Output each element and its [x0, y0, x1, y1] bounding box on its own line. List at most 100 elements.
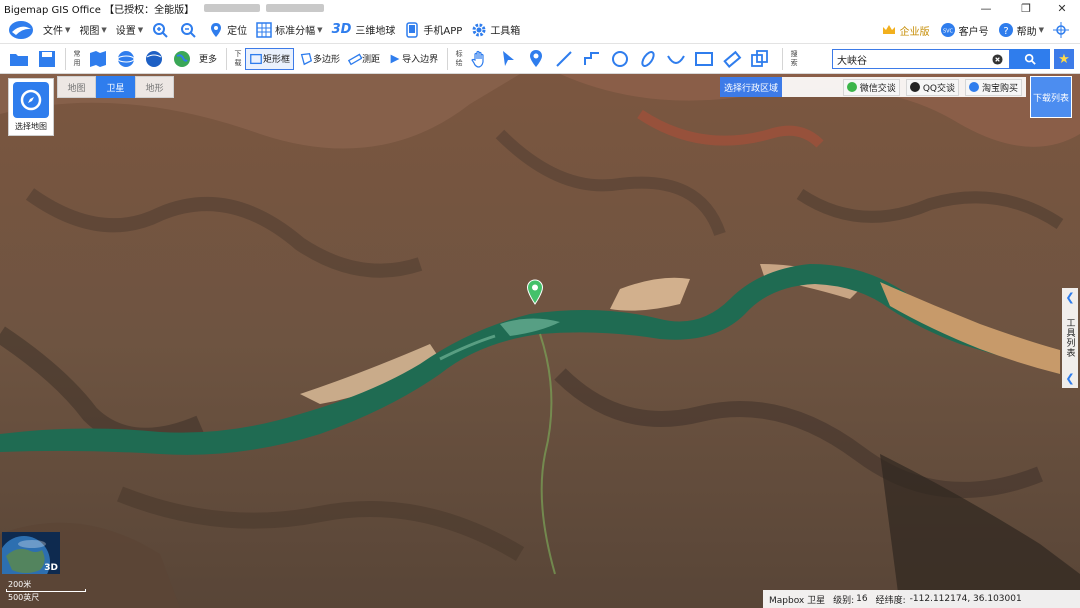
- eraser-icon[interactable]: [721, 48, 743, 70]
- rectangle-download-button[interactable]: 矩形框: [245, 47, 295, 70]
- toolbox-button[interactable]: 工具箱: [471, 22, 520, 38]
- zoom-in-button[interactable]: [152, 22, 171, 38]
- blurred-text: [204, 4, 261, 12]
- location-marker-icon[interactable]: [526, 279, 544, 305]
- zoom-in-icon: [153, 22, 168, 38]
- globe-icon[interactable]: [115, 48, 137, 70]
- help-icon: ?: [998, 23, 1013, 37]
- gear-icon: [472, 23, 486, 36]
- globe-alt-icon[interactable]: [143, 48, 165, 70]
- common-group-label: 常用: [73, 49, 81, 67]
- rectangle-label: 矩形框: [263, 55, 291, 65]
- menu-settings[interactable]: 设置 ▼: [116, 22, 143, 38]
- earth-icon[interactable]: [171, 48, 193, 70]
- app-logo-icon: [9, 20, 33, 39]
- choose-map-button[interactable]: 选择地图: [8, 78, 54, 136]
- three-d-icon: 3D: [331, 22, 352, 37]
- search-input-value: 大峡谷: [837, 55, 867, 67]
- menu-view[interactable]: 视图 ▼: [79, 22, 107, 38]
- polyline-icon[interactable]: [581, 48, 603, 70]
- select-arrow-icon[interactable]: [497, 48, 519, 70]
- search-input[interactable]: 大峡谷: [832, 49, 1010, 69]
- map-compass-icon: [13, 82, 49, 118]
- polygon-download-button[interactable]: 多边形: [296, 48, 343, 70]
- save-icon[interactable]: [36, 48, 58, 70]
- divider: [447, 47, 449, 70]
- chevron-left-icon[interactable]: ❮: [1065, 373, 1074, 384]
- three-d-globe-button[interactable]: 3D 三维地球: [332, 22, 396, 37]
- coordinates-value: -112.112174, 36.103001: [909, 594, 1022, 604]
- copy-icon[interactable]: [749, 48, 771, 70]
- satellite-imagery: [0, 74, 1080, 608]
- grid-icon: [256, 21, 272, 38]
- standard-sheets-button[interactable]: 标准分幅 ▼: [256, 21, 323, 38]
- taobao-label: 淘宝购买: [981, 83, 1018, 94]
- star-icon: ★: [1058, 51, 1070, 67]
- divider: [226, 47, 228, 70]
- globe-3d-label: 3D: [44, 563, 58, 573]
- tab-terrain[interactable]: 地形: [135, 76, 174, 98]
- standard-sheets-label: 标准分幅: [275, 26, 316, 37]
- clear-search-icon[interactable]: [992, 54, 1003, 65]
- enterprise-badge[interactable]: 企业版: [881, 22, 930, 38]
- minimize-button[interactable]: —: [968, 0, 1004, 16]
- chevron-down-icon: ▼: [317, 25, 323, 34]
- locate-button[interactable]: 定位: [208, 22, 247, 38]
- account-button[interactable]: SVC 客户号: [940, 22, 989, 38]
- help-button[interactable]: ? 帮助 ▼: [998, 22, 1044, 38]
- measure-button[interactable]: 测距: [345, 48, 383, 70]
- blurred-text: [266, 4, 325, 12]
- map-view[interactable]: 选择地图 地图 卫星 地形 选择行政区域 微信交谈 QQ交谈 淘宝购买 下载列表…: [0, 74, 1080, 608]
- coordinates-label: 经纬度:: [875, 595, 906, 606]
- mobile-app-button[interactable]: 手机APP: [404, 21, 462, 38]
- qq-icon: [909, 82, 920, 92]
- download-list-button[interactable]: 下载列表: [1030, 76, 1072, 118]
- map-layer-icon[interactable]: [87, 48, 109, 70]
- menu-file[interactable]: 文件 ▼: [43, 22, 70, 38]
- tab-satellite[interactable]: 卫星: [96, 76, 135, 98]
- zoom-out-icon: [181, 22, 196, 38]
- chevron-down-icon: ▼: [101, 25, 107, 34]
- import-boundary-label: 导入边界: [402, 55, 439, 65]
- status-bar: Mapbox 卫星 级别: 16 经纬度: -112.112174, 36.10…: [763, 590, 1080, 608]
- enterprise-label: 企业版: [899, 26, 930, 38]
- qq-label: QQ交谈: [922, 83, 955, 94]
- import-boundary-button[interactable]: 导入边界: [385, 48, 441, 70]
- wechat-icon: [846, 82, 857, 92]
- menu-file-label: 文件: [43, 26, 63, 37]
- tab-map[interactable]: 地图: [57, 76, 96, 98]
- measure-label: 测距: [362, 55, 381, 65]
- arc-icon[interactable]: [665, 48, 687, 70]
- title-bar: Bigemap GIS Office 【已授权：全能版】 — ❐ ✕: [0, 0, 1080, 16]
- tool-list-label: 工具列表: [1064, 318, 1075, 358]
- crosshair-icon[interactable]: [1053, 22, 1069, 38]
- rectangle-icon[interactable]: [693, 48, 715, 70]
- select-region-button[interactable]: 选择行政区域: [720, 77, 783, 97]
- divider: [65, 47, 66, 70]
- restore-button[interactable]: ❐: [1008, 0, 1044, 16]
- rectangle-select-icon: [250, 53, 262, 64]
- three-d-globe-label: 三维地球: [355, 26, 396, 37]
- open-folder-icon[interactable]: [8, 48, 30, 70]
- circle-icon[interactable]: [609, 48, 631, 70]
- line-icon[interactable]: [553, 48, 575, 70]
- close-button[interactable]: ✕: [1044, 0, 1080, 16]
- favorites-button[interactable]: ★: [1054, 49, 1074, 69]
- taobao-button[interactable]: 淘宝购买: [964, 78, 1022, 96]
- qq-button[interactable]: QQ交谈: [905, 78, 959, 96]
- divider: [782, 47, 784, 70]
- search-button[interactable]: [1010, 49, 1050, 69]
- tool-list-panel[interactable]: ❮ 工具列表 ❮: [1062, 288, 1078, 388]
- globe-3d-thumbnail[interactable]: 3D: [2, 532, 60, 574]
- more-button[interactable]: 更多: [196, 48, 220, 70]
- toolbox-label: 工具箱: [490, 26, 521, 37]
- choose-map-label: 选择地图: [15, 122, 47, 131]
- account-label: 客户号: [958, 26, 989, 38]
- zoom-out-button[interactable]: [180, 22, 199, 38]
- pan-hand-icon[interactable]: [469, 48, 491, 70]
- window-title: Bigemap GIS Office 【已授权：全能版】: [4, 4, 195, 16]
- point-marker-icon[interactable]: [525, 48, 547, 70]
- ellipse-icon[interactable]: [637, 48, 659, 70]
- wechat-button[interactable]: 微信交谈: [842, 78, 900, 96]
- chevron-left-icon[interactable]: ❮: [1065, 292, 1074, 303]
